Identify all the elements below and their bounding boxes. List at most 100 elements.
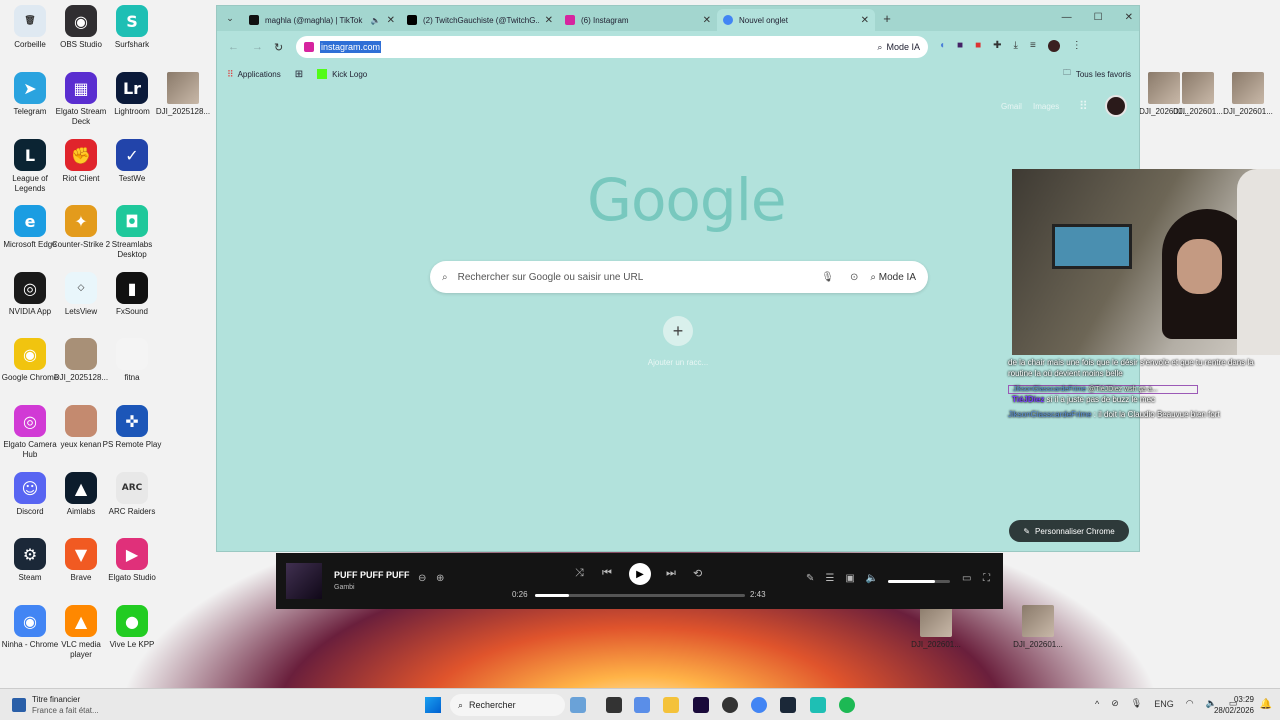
volume-slider[interactable] xyxy=(888,580,950,583)
premiere-icon[interactable] xyxy=(693,697,709,713)
tab-twitter[interactable]: (2) TwitchGauchiste (@TwitchG... ✕ xyxy=(401,9,559,31)
progress-bar[interactable] xyxy=(535,594,745,597)
desktop-icon-file[interactable]: fitna xyxy=(102,338,162,383)
obs-taskbar-icon[interactable] xyxy=(722,697,738,713)
spotify-taskbar-icon[interactable] xyxy=(839,697,855,713)
minimize-icon[interactable]: — xyxy=(1062,12,1072,23)
next-icon[interactable]: ⏭ xyxy=(666,567,676,580)
queue-icon[interactable]: ☰ xyxy=(825,573,834,584)
league-icon: L xyxy=(14,139,46,171)
search-placeholder: Rechercher sur Google ou saisir une URL xyxy=(457,271,644,283)
bookmark-kick-logo[interactable]: Kick Logo xyxy=(332,70,367,79)
bookmark-grid-icon[interactable]: ⊞ xyxy=(295,69,303,80)
desktop-file-photo[interactable]: DJI_202601... xyxy=(1218,72,1278,117)
customize-chrome-button[interactable]: ✎ Personnaliser Chrome xyxy=(1009,520,1129,542)
chrome-taskbar-icon[interactable] xyxy=(751,697,767,713)
close-tab-icon[interactable]: ✕ xyxy=(387,15,395,26)
volume-icon[interactable]: 🔈 xyxy=(866,573,878,584)
maximize-icon[interactable]: ☐ xyxy=(1094,12,1103,23)
desktop-file-photo[interactable]: DJI_2025128... xyxy=(153,72,213,117)
riot-icon: ✊ xyxy=(65,139,97,171)
add-shortcut-button[interactable]: + xyxy=(663,316,693,346)
mic-icon[interactable]: 🎙 xyxy=(821,272,834,283)
desktop-icon-label: Discord xyxy=(16,507,44,516)
desktop-icon-streamlabs[interactable]: ◘ Streamlabs Desktop xyxy=(102,205,162,260)
back-icon[interactable]: ← xyxy=(228,41,239,53)
notifications-icon[interactable]: 🔔 xyxy=(1260,699,1272,710)
url-text[interactable]: instagram.com xyxy=(320,41,382,53)
surfshark-taskbar-icon[interactable] xyxy=(810,697,826,713)
language-indicator[interactable]: ENG xyxy=(1154,699,1174,709)
previous-icon[interactable]: ⏮ xyxy=(602,567,612,580)
profile-avatar-icon[interactable] xyxy=(1047,40,1060,52)
lens-icon[interactable]: ⊙ xyxy=(850,272,858,283)
chrome-icon: ◉ xyxy=(14,338,46,370)
tab-instagram[interactable]: (6) Instagram ✕ xyxy=(559,9,717,31)
taskbar-search[interactable]: ⌕ Rechercher xyxy=(450,694,565,716)
desktop-icon-ps-remote[interactable]: ✜ PS Remote Play xyxy=(102,405,162,450)
google-apps-icon[interactable]: ⠿ xyxy=(1079,99,1088,113)
all-bookmarks[interactable]: Tous les favoris xyxy=(1076,70,1131,79)
close-tab-icon[interactable]: ✕ xyxy=(545,15,553,26)
desktop-icon-fxsound[interactable]: ▮ FxSound xyxy=(102,272,162,317)
widgets-icon[interactable] xyxy=(570,697,586,713)
desktop-file-photo[interactable]: DJI_202601... xyxy=(1008,605,1068,650)
extension-red-icon[interactable]: ■ xyxy=(975,40,981,52)
extension-dark-icon[interactable]: ■ xyxy=(957,40,963,52)
remove-icon[interactable]: ⊖ xyxy=(418,573,426,584)
extensions-puzzle-icon[interactable]: ✚ xyxy=(993,40,1001,52)
testwe-icon: ✓ xyxy=(116,139,148,171)
ps-remote-icon: ✜ xyxy=(116,405,148,437)
account-avatar[interactable] xyxy=(1105,95,1127,117)
add-icon[interactable]: ⊕ xyxy=(436,573,444,584)
forward-icon[interactable]: → xyxy=(252,41,263,53)
menu-kebab-icon[interactable]: ⋮ xyxy=(1072,40,1082,52)
mode-ia-button[interactable]: ⌕ Mode IA xyxy=(877,42,920,53)
google-search-box[interactable]: ⌕ Rechercher sur Google ou saisir une UR… xyxy=(430,261,928,293)
wifi-icon[interactable]: ◠ xyxy=(1186,698,1194,709)
tray-chevron-icon[interactable]: ^ xyxy=(1095,699,1099,709)
tab-tiktok[interactable]: maghla (@maghla) | TikTok 🔈 ✕ xyxy=(243,9,401,31)
desktop-icon-kpp[interactable]: ● Vive Le KPP xyxy=(102,605,162,650)
gmail-link[interactable]: Gmail xyxy=(1001,102,1022,111)
shuffle-icon[interactable]: ⤨ xyxy=(575,567,584,580)
media-controls-icon[interactable]: ≡ xyxy=(1030,40,1036,52)
clock[interactable]: 03:29 28/02/2026 xyxy=(1214,694,1254,716)
desktop-icon-surfshark[interactable]: S Surfshark xyxy=(102,5,162,50)
play-button[interactable]: ▶ xyxy=(629,563,651,585)
close-tab-icon[interactable]: ✕ xyxy=(861,15,869,26)
extension-audio-icon[interactable]: ◖ xyxy=(939,40,945,52)
news-icon xyxy=(12,698,26,712)
task-view-icon[interactable] xyxy=(606,697,622,713)
close-window-icon[interactable]: ✕ xyxy=(1125,12,1133,23)
search-mode-ia-button[interactable]: ⌕ Mode IA xyxy=(870,272,916,283)
network-off-icon[interactable]: ⊘ xyxy=(1111,698,1119,709)
fullscreen-icon[interactable]: ⛶ xyxy=(983,573,990,584)
copilot-icon[interactable] xyxy=(634,697,650,713)
connect-device-icon[interactable]: ▣ xyxy=(845,573,854,584)
desktop-file-photo[interactable]: DJI_202601... xyxy=(906,605,966,650)
desktop-icon-testwe[interactable]: ✓ TestWe xyxy=(102,139,162,184)
mic-tray-icon[interactable]: 🎙 xyxy=(1131,698,1142,709)
desktop-icon-elgato-studio[interactable]: ▶ Elgato Studio xyxy=(102,538,162,583)
miniplayer-icon[interactable]: ▭ xyxy=(962,573,971,584)
file-explorer-icon[interactable] xyxy=(663,697,679,713)
start-icon[interactable] xyxy=(425,697,441,713)
tab-search-button[interactable]: ⌄ xyxy=(217,13,243,24)
repeat-icon[interactable]: ⟲ xyxy=(693,567,702,580)
reload-icon[interactable]: ↻ xyxy=(274,41,283,54)
news-widget[interactable]: Titre financier France a fait état... xyxy=(12,694,99,716)
omnibox[interactable]: instagram.com ⌕ Mode IA xyxy=(296,36,928,58)
bookmark-apps[interactable]: Applications xyxy=(238,70,281,79)
new-tab-button[interactable]: + xyxy=(875,11,899,26)
download-icon[interactable]: ⤓ xyxy=(1014,40,1018,52)
photo-thumbnail-icon xyxy=(167,72,199,104)
chat-reply-text: @TiéJDiez wsh ça a... xyxy=(1088,386,1158,393)
tab-new-tab[interactable]: Nouvel onglet ✕ xyxy=(717,9,875,31)
desktop-icon-arc-raiders[interactable]: ARC ARC Raiders xyxy=(102,472,162,517)
images-link[interactable]: Images xyxy=(1033,102,1059,111)
lyrics-icon[interactable]: ✎ xyxy=(806,573,814,584)
steam-taskbar-icon[interactable] xyxy=(780,697,796,713)
close-tab-icon[interactable]: ✕ xyxy=(703,15,711,26)
surfshark-icon: S xyxy=(116,5,148,37)
